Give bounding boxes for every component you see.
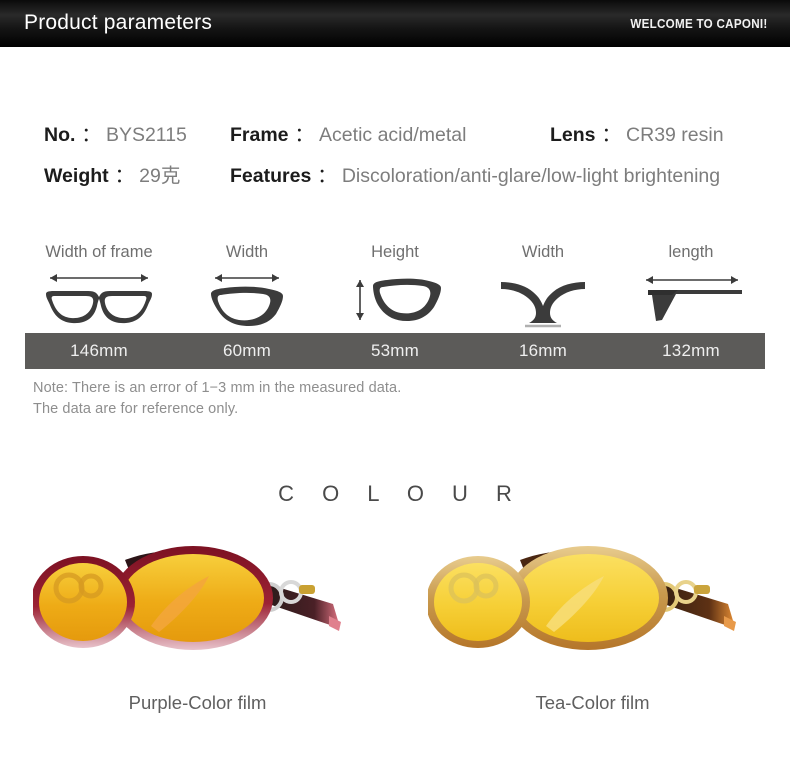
page-header: Product parameters WELCOME TO CAPONI!: [0, 0, 790, 47]
spec-value: CR39 resin: [626, 124, 724, 146]
lens-width-icon: [199, 265, 295, 333]
spec-item-no: No. ： BYS2115: [44, 118, 230, 147]
note-line-2: The data are for reference only.: [33, 401, 239, 417]
spec-row: Weight ： 29克 Features ： Discoloration/an…: [44, 159, 774, 188]
frame-width-icon: [38, 265, 160, 333]
colour-section-title: C O L O U R: [278, 481, 523, 506]
spec-label: Lens: [550, 124, 596, 146]
measurement-label: Height: [371, 243, 419, 261]
measurement-value: 60mm: [222, 341, 272, 360]
spec-colon: ：: [317, 165, 337, 187]
measurement-value: 16mm: [518, 341, 568, 360]
measurement-chart: Width of frame Width Height Width length…: [25, 239, 765, 369]
colour-caption: Tea-Color film: [535, 692, 650, 713]
sunglasses-image-purple: [30, 530, 363, 678]
measurement-column-temple-length: length: [617, 239, 765, 333]
measurement-values-bar: 146mm 60mm 53mm 16mm 132mm: [25, 333, 765, 369]
welcome-banner: WELCOME TO CAPONI!: [630, 16, 768, 31]
colour-variant-purple[interactable]: Purple-Color film: [0, 530, 395, 714]
spec-colon: ：: [294, 124, 315, 146]
measurement-labels-row: Width of frame Width Height Width length: [25, 239, 765, 333]
spec-item-frame: Frame ： Acetic acid/metal: [230, 118, 550, 147]
colour-variants: Purple-Color film Tea-Color film: [0, 530, 790, 714]
lens-height-icon: [347, 265, 443, 333]
measurement-label: Width: [225, 243, 269, 261]
bridge-width-icon: [495, 265, 591, 333]
spec-value: Discoloration/anti-glare/low-light brigh…: [341, 165, 721, 187]
measurement-column-frame-width: Width of frame: [25, 239, 173, 333]
measurement-label: Width: [521, 243, 565, 261]
spec-value: 29克: [139, 165, 181, 187]
sunglasses-image-tea: [425, 530, 758, 678]
spec-label: Features: [230, 165, 312, 187]
spec-item-features: Features ： Discoloration/anti-glare/low-…: [230, 159, 720, 188]
measurement-column-lens-height: Height: [321, 239, 469, 333]
spec-value: BYS2115: [105, 124, 187, 146]
page-title: Product parameters: [24, 11, 213, 34]
temple-length-icon: [632, 265, 750, 333]
measurement-label: Width of frame: [45, 243, 153, 261]
product-specifications: No. ： BYS2115 Frame ： Acetic acid/metal …: [44, 118, 774, 200]
measurement-note: Note: There is an error of 1−3 mm in the…: [33, 378, 401, 420]
measurement-value: 53mm: [370, 341, 420, 360]
spec-label: Frame: [230, 124, 289, 146]
measurement-value: 146mm: [70, 341, 128, 360]
spec-item-weight: Weight ： 29克: [44, 159, 230, 188]
note-line-1: Note: There is an error of 1−3 mm in the…: [33, 380, 402, 396]
colour-variant-tea[interactable]: Tea-Color film: [395, 530, 790, 714]
spec-colon: ：: [114, 165, 135, 187]
measurement-column-bridge-width: Width: [469, 239, 617, 333]
spec-colon: ：: [81, 124, 101, 146]
spec-colon: ：: [601, 124, 622, 146]
spec-item-lens: Lens ： CR39 resin: [550, 118, 724, 147]
spec-label: No.: [44, 124, 76, 146]
spec-row: No. ： BYS2115 Frame ： Acetic acid/metal …: [44, 118, 774, 147]
spec-value: Acetic acid/metal: [319, 124, 467, 146]
measurement-label: length: [668, 243, 714, 261]
measurement-value: 132mm: [662, 341, 720, 360]
colour-caption: Purple-Color film: [128, 692, 267, 713]
spec-label: Weight: [44, 165, 109, 187]
measurement-column-lens-width: Width: [173, 239, 321, 333]
